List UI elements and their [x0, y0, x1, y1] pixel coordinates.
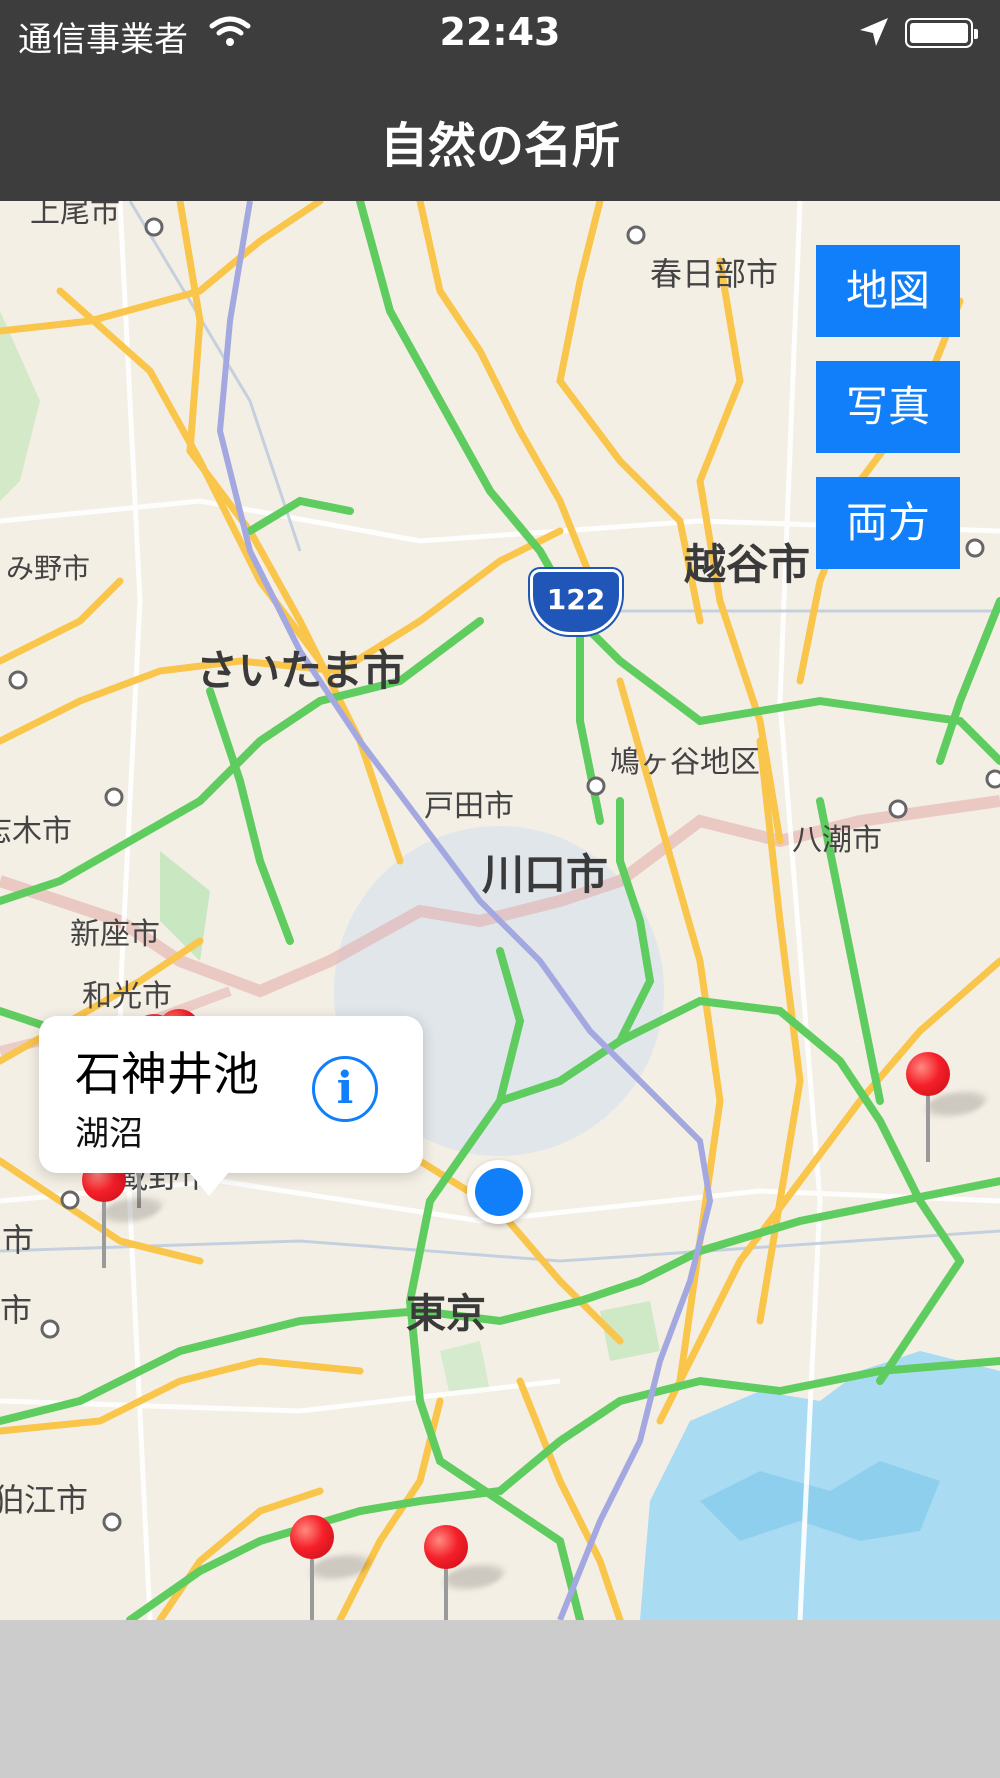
- route-number: 122: [546, 583, 606, 616]
- map-type-map-button[interactable]: 地図: [816, 245, 960, 337]
- map-label: 市: [0, 1291, 33, 1329]
- info-icon[interactable]: i: [312, 1056, 378, 1122]
- map-label: 越谷市: [684, 540, 811, 589]
- navigation-bar: 自然の名所: [0, 70, 1000, 201]
- map-type-both-button[interactable]: 両方: [816, 477, 960, 569]
- status-bar: 通信事業者 22:43: [0, 0, 1000, 70]
- map-label: 川口市: [482, 850, 609, 899]
- map-label: 春日部市: [650, 255, 779, 293]
- annotation-callout[interactable]: 石神井池 湖沼 i: [39, 1016, 423, 1196]
- page-title: 自然の名所: [379, 118, 620, 174]
- callout-title: 石神井池: [75, 1047, 259, 1101]
- map-type-photo-button[interactable]: 写真: [816, 361, 960, 453]
- map-label: 志木市: [0, 814, 72, 849]
- map-label: 上尾市: [30, 201, 120, 230]
- battery-icon: [905, 18, 978, 48]
- map-label: み野市: [6, 552, 91, 585]
- callout-tail: [184, 1166, 234, 1196]
- map-label: 鳩ヶ谷地区: [610, 745, 760, 780]
- map-view[interactable]: 上尾市 春日部市 越谷市 み野市 さいたま市 鳩ヶ谷地区 戸田市 志木市 八潮市…: [0, 201, 1000, 1620]
- user-location-dot: [467, 1160, 531, 1224]
- map-label: 東京: [406, 1291, 486, 1337]
- route-shield-icon: 122: [530, 569, 622, 635]
- location-arrow-icon: [858, 16, 890, 52]
- map-label: 八潮市: [792, 823, 882, 858]
- callout-subtitle: 湖沼: [75, 1114, 143, 1154]
- map-pin[interactable]: [290, 1515, 377, 1620]
- bottom-area: [0, 1620, 1000, 1778]
- status-time: 22:43: [439, 10, 561, 54]
- map-label: 中市: [0, 1221, 35, 1259]
- map-label: さいたま市: [196, 646, 405, 695]
- map-label: 新座市: [70, 917, 160, 952]
- map-pin[interactable]: [906, 1052, 993, 1162]
- map-label: 戸田市: [424, 789, 514, 824]
- map-pin[interactable]: [82, 1158, 169, 1268]
- map-pin[interactable]: [424, 1525, 511, 1620]
- map-label: 狛江市: [0, 1481, 89, 1519]
